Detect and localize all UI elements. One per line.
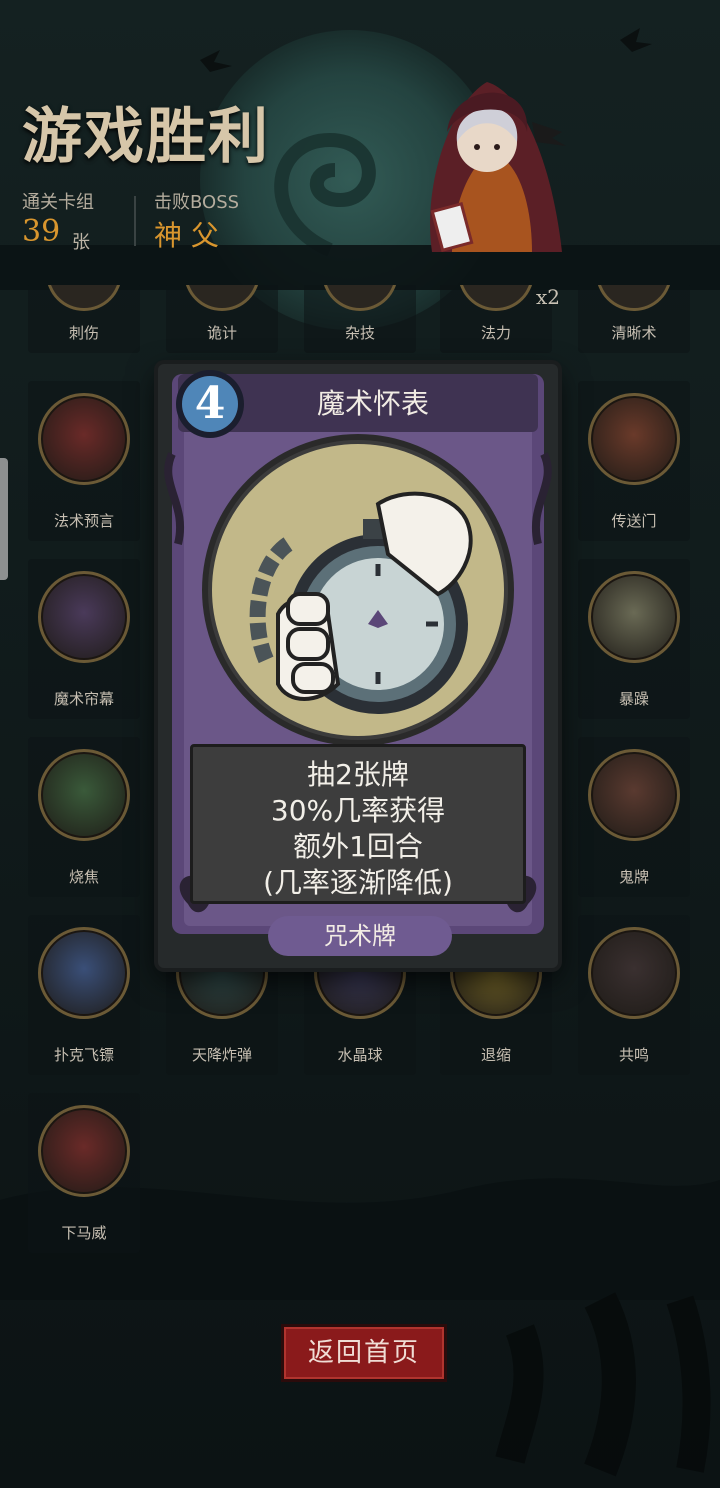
deck-card-3[interactable]: 杂技: [304, 285, 416, 353]
deck-card-8[interactable]: 魔术帘幕: [28, 559, 140, 719]
deck-card-name: 魔术帘幕: [53, 690, 114, 708]
deck-card-name: 传送门: [611, 512, 657, 530]
deck-card-7[interactable]: 传送门: [578, 381, 690, 541]
card-type-badge: 咒术牌: [268, 916, 452, 956]
lightning-icon: [38, 1105, 130, 1197]
deck-label: 通关卡组: [22, 192, 94, 213]
hero-portrait: [430, 82, 566, 252]
deck-card-name: 退缩: [480, 1046, 511, 1064]
deck-card-16[interactable]: 共鸣: [578, 915, 690, 1075]
acrobat-icon: [322, 285, 398, 311]
card-detail-popup[interactable]: 4 魔术怀表 抽2张牌 30%几率获得 额外1回合 (几率逐渐降低) 咒术牌: [158, 364, 558, 968]
prophecy-icon: [38, 393, 130, 485]
deck-card-6[interactable]: 法术预言: [28, 381, 140, 541]
card-dart-icon: [38, 927, 130, 1019]
stat-divider: [134, 196, 136, 246]
pocket-watch-icon: [249, 491, 473, 714]
deck-card-name: 下马威: [61, 1224, 107, 1242]
deck-card-name: 刺伤: [68, 324, 99, 342]
resonance-icon: [588, 927, 680, 1019]
portal-icon: [588, 393, 680, 485]
card-cost: 4: [194, 378, 226, 429]
card-count-badge: x2: [535, 285, 560, 309]
deck-card-name: 杂技: [344, 324, 375, 342]
deck-card-9[interactable]: 暴躁: [578, 559, 690, 719]
desc-line-2: 30%几率获得: [270, 794, 446, 827]
fire-icon: [38, 749, 130, 841]
deck-card-name: 共鸣: [618, 1046, 649, 1064]
boss-label: 击败BOSS: [154, 192, 240, 213]
rage-icon: [588, 571, 680, 663]
card-description: 抽2张牌 30%几率获得 额外1回合 (几率逐渐降低): [193, 757, 523, 901]
deck-card-name: 法力: [480, 324, 511, 342]
boss-name: 神 父: [154, 219, 219, 252]
stab-icon: [46, 285, 122, 311]
deck-card-name: 扑克飞镖: [53, 1046, 114, 1064]
card-description-box: 抽2张牌 30%几率获得 额外1回合 (几率逐渐降低): [190, 744, 526, 904]
deck-card-5[interactable]: 清晰术: [578, 285, 690, 353]
victory-title: 游戏胜利: [22, 102, 270, 172]
result-header: 游戏胜利 通关卡组 39 张 击败BOSS 神 父: [0, 0, 720, 285]
deck-unit: 张: [72, 232, 90, 253]
deck-card-2[interactable]: 诡计: [166, 285, 278, 353]
scrollbar[interactable]: [0, 458, 8, 580]
desc-line-4: (几率逐渐降低): [263, 866, 453, 899]
deck-card-4[interactable]: x2 法力: [440, 285, 560, 353]
curtain-icon: [38, 571, 130, 663]
deck-card-12[interactable]: 扑克飞镖: [28, 915, 140, 1075]
deck-card-name: 鬼牌: [618, 868, 649, 886]
trick-icon: [184, 285, 260, 311]
clarity-icon: [596, 285, 672, 311]
back-to-home-button[interactable]: 返回首页: [281, 1324, 447, 1382]
deck-count: 39: [22, 214, 61, 249]
deck-card-17[interactable]: 下马威: [28, 1093, 140, 1253]
mana-icon: [458, 285, 534, 311]
desc-line-1: 抽2张牌: [307, 758, 409, 791]
deck-card-10[interactable]: 烧焦: [28, 737, 140, 897]
desc-line-3: 额外1回合: [293, 830, 423, 863]
deck-card-name: 天降炸弹: [191, 1046, 252, 1064]
deck-card-name: 水晶球: [337, 1046, 383, 1064]
card-title: 魔术怀表: [316, 387, 429, 420]
deck-card-1[interactable]: 刺伤: [28, 285, 140, 353]
deck-card-name: 法术预言: [53, 512, 114, 530]
deck-card-name: 烧焦: [68, 868, 99, 886]
deck-card-11[interactable]: 鬼牌: [578, 737, 690, 897]
deck-card-name: 诡计: [206, 324, 237, 342]
joker-icon: [588, 749, 680, 841]
deck-card-name: 暴躁: [618, 690, 649, 708]
deck-card-name: 清晰术: [611, 324, 657, 342]
